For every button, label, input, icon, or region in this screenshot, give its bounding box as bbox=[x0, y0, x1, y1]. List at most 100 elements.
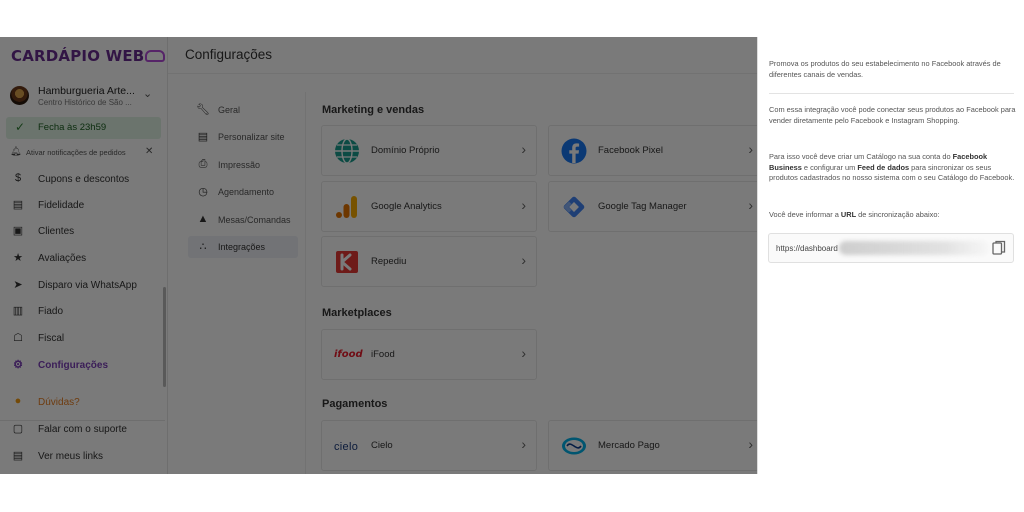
integration-card-facebook-pixel[interactable]: Facebook Pixel › bbox=[548, 125, 764, 176]
sidebar-item-label: Cupons e descontos bbox=[38, 174, 130, 185]
chevron-right-icon: › bbox=[748, 197, 753, 213]
chevron-right-icon: › bbox=[521, 141, 526, 157]
page-title: Configurações bbox=[185, 47, 273, 62]
sidebar-item-configuracoes[interactable]: ⚙ Configurações bbox=[10, 357, 160, 375]
sidebar-item-suporte[interactable]: ▢ Falar com o suporte bbox=[10, 421, 160, 439]
subnav-item-label: Agendamento bbox=[218, 187, 275, 197]
chevron-right-icon: › bbox=[748, 141, 753, 157]
panel-text: e configurar um bbox=[801, 162, 858, 172]
integration-card-mercado-pago[interactable]: Mercado Pago › bbox=[548, 420, 764, 471]
sidebar-item-links[interactable]: ▤ Ver meus links bbox=[10, 448, 160, 466]
integration-card-google-tag-manager[interactable]: Google Tag Manager › bbox=[548, 181, 764, 232]
gift-icon: ▤ bbox=[12, 199, 24, 211]
subnav-item-label: Personalizar site bbox=[218, 132, 285, 142]
wrench-icon: 🔧︎ bbox=[196, 104, 210, 116]
notifications-text: Ativar notificações de pedidos bbox=[26, 148, 126, 157]
panel-paragraph-3: Você deve informar a URL de sincronizaçã… bbox=[769, 210, 1016, 221]
sidebar-item-fiscal[interactable]: ☖ Fiscal bbox=[10, 330, 160, 348]
subnav-item-geral[interactable]: 🔧︎ Geral bbox=[188, 99, 298, 121]
integration-name: Mercado Pago bbox=[598, 440, 660, 451]
bell-icon: 🔔︎ bbox=[10, 146, 22, 156]
sidebar-item-avaliacoes[interactable]: ★ Avaliações bbox=[10, 250, 160, 268]
sidebar-scrollbar[interactable] bbox=[163, 287, 166, 387]
sidebar-item-label: Clientes bbox=[38, 226, 75, 237]
sidebar-item-label: Configurações bbox=[38, 360, 109, 371]
book-icon: ▥ bbox=[12, 305, 24, 317]
integration-name: Google Tag Manager bbox=[598, 201, 687, 212]
integration-name: iFood bbox=[371, 349, 395, 360]
store-selector[interactable]: Hamburgueria Arte... Centro Histórico de… bbox=[10, 83, 160, 113]
ifood-logo-text: ifood bbox=[334, 349, 363, 360]
cielo-logo-text: cielo bbox=[334, 441, 359, 453]
subnav-item-integracoes[interactable]: ∴ Integrações bbox=[188, 236, 298, 258]
store-address: Centro Histórico de São ... bbox=[38, 98, 132, 107]
sidebar-item-label: Fidelidade bbox=[38, 200, 85, 211]
chevron-right-icon: › bbox=[521, 345, 526, 361]
subnav-item-mesas[interactable]: ▲ Mesas/Comandas bbox=[188, 209, 298, 231]
subnav-item-label: Mesas/Comandas bbox=[218, 215, 291, 225]
bank-icon: ☖ bbox=[13, 332, 23, 344]
blurred-url bbox=[839, 241, 989, 255]
sidebar-item-fidelidade[interactable]: ▤ Fidelidade bbox=[10, 197, 160, 215]
panel-divider bbox=[769, 93, 1014, 94]
chevron-down-icon: ⌄ bbox=[143, 88, 153, 100]
ifood-icon: ifood bbox=[334, 344, 363, 370]
sidebar-item-label: Ver meus links bbox=[38, 451, 104, 462]
dollar-icon: $ bbox=[14, 172, 22, 184]
subnav-item-personalizar[interactable]: ▤ Personalizar site bbox=[188, 126, 298, 148]
chat-icon: ▢ bbox=[12, 423, 24, 435]
section-title-pagamentos: Pagamentos bbox=[322, 398, 388, 410]
sidebar-item-fiado[interactable]: ▥ Fiado bbox=[10, 303, 160, 321]
integration-card-repediu[interactable]: Repediu › bbox=[321, 236, 537, 287]
sidebar-item-cupons[interactable]: $ Cupons e descontos bbox=[10, 171, 160, 189]
integration-card-cielo[interactable]: cielo Cielo › bbox=[321, 420, 537, 471]
globe-icon bbox=[334, 138, 360, 164]
sync-url-text[interactable]: https://dashboard bbox=[776, 244, 838, 253]
integration-name: Facebook Pixel bbox=[598, 145, 663, 156]
integration-card-dominio[interactable]: Domínio Próprio › bbox=[321, 125, 537, 176]
panel-text: Para isso você deve criar um Catálogo na… bbox=[769, 152, 953, 161]
integration-name: Domínio Próprio bbox=[371, 145, 440, 156]
app-window: CARDÁPIO WEB Hamburgueria Arte... Centro… bbox=[0, 37, 764, 474]
header-divider bbox=[168, 73, 757, 74]
notifications-banner[interactable]: 🔔︎ Ativar notificações de pedidos ✕ bbox=[10, 146, 160, 160]
integration-card-google-analytics[interactable]: Google Analytics › bbox=[321, 181, 537, 232]
subnav-item-label: Integrações bbox=[218, 242, 266, 252]
subnav-item-impressao[interactable]: ⎙ Impressão bbox=[188, 154, 298, 176]
integration-name: Google Analytics bbox=[371, 201, 442, 212]
facebook-integration-panel: Promova os produtos do seu estabelecimen… bbox=[757, 37, 1024, 474]
copy-icon[interactable] bbox=[992, 240, 1006, 256]
panel-bold-text: URL bbox=[840, 210, 857, 219]
chevron-right-icon: › bbox=[521, 436, 526, 452]
sidebar-item-duvidas[interactable]: ● Dúvidas? bbox=[10, 394, 160, 412]
sidebar-item-label: Dúvidas? bbox=[38, 397, 80, 408]
subnav-item-agendamento[interactable]: ◷ Agendamento bbox=[188, 181, 298, 203]
brand-logo[interactable]: CARDÁPIO WEB bbox=[11, 47, 166, 65]
integration-name: Cielo bbox=[371, 440, 393, 451]
chevron-right-icon: › bbox=[521, 197, 526, 213]
sidebar-item-whatsapp[interactable]: ➤ Disparo via WhatsApp bbox=[10, 277, 160, 295]
open-status-badge[interactable]: ✓ Fecha às 23h59 bbox=[6, 117, 161, 139]
open-status-text: Fecha às 23h59 bbox=[38, 122, 107, 133]
links-icon: ▤ bbox=[12, 450, 24, 462]
cielo-icon: cielo bbox=[334, 437, 364, 463]
repediu-icon bbox=[334, 249, 360, 275]
sidebar-item-label: Fiscal bbox=[38, 333, 65, 344]
mercado-pago-icon bbox=[561, 433, 587, 459]
integration-card-ifood[interactable]: ifood iFood › bbox=[321, 329, 537, 380]
send-icon: ➤ bbox=[13, 279, 23, 291]
printer-icon: ⎙ bbox=[198, 158, 208, 170]
sync-url-field[interactable]: https://dashboard bbox=[768, 233, 1014, 263]
brand-name: CARDÁPIO WEB bbox=[11, 47, 145, 65]
table-icon: ▲ bbox=[197, 213, 209, 225]
gear-icon: ⚙ bbox=[13, 359, 23, 371]
sidebar-item-label: Falar com o suporte bbox=[38, 424, 127, 435]
subnav-item-label: Geral bbox=[218, 105, 241, 115]
google-analytics-icon bbox=[334, 194, 360, 220]
subnav-item-label: Impressão bbox=[218, 160, 261, 170]
web-icon: ▤ bbox=[197, 131, 209, 143]
sidebar-item-clientes[interactable]: ▣ Clientes bbox=[10, 223, 160, 241]
bag-icon bbox=[145, 50, 166, 62]
integration-name: Repediu bbox=[371, 256, 407, 267]
close-icon[interactable]: ✕ bbox=[145, 146, 153, 157]
